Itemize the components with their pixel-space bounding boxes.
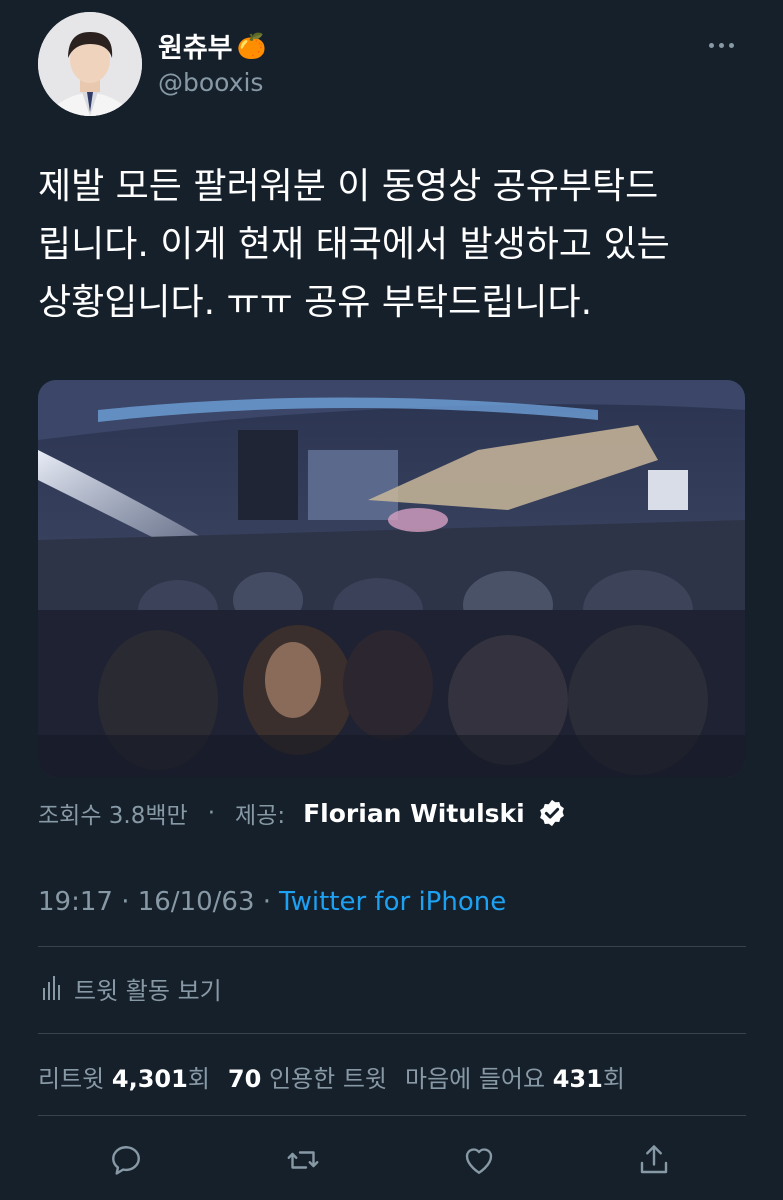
timestamp-row: 19:17 · 16/10/63 · Twitter for iPhone — [38, 884, 506, 920]
likes-count: 431 — [552, 1064, 603, 1093]
more-icon[interactable] — [709, 36, 743, 54]
meta-separator: · — [207, 800, 216, 826]
quotes-count: 70 — [227, 1064, 262, 1093]
share-icon — [640, 1145, 668, 1174]
display-name[interactable]: 원츄부 🍊 — [158, 26, 266, 65]
tweet-line: 립니다. 이게 현재 태국에서 발생하고 있는 — [38, 224, 670, 265]
retweet-icon — [287, 1151, 319, 1169]
retweet-button[interactable] — [283, 1138, 323, 1182]
view-count: 조회수 3.8백만 — [38, 803, 188, 829]
quotes-stat[interactable]: 70 인용한 트윗 — [228, 1059, 387, 1094]
reply-icon — [112, 1146, 140, 1175]
tweet-line: 상황입니다. ㅠㅠ 공유 부탁드립니다. — [38, 282, 593, 323]
tweet-stats: 리트윗 4,301회 70 인용한 트윗 마음에 들어요 431회 — [38, 1056, 643, 1096]
provider-label: 제공: — [235, 803, 286, 829]
reply-button[interactable] — [106, 1138, 146, 1182]
provider-name[interactable]: Florian Witulski — [303, 799, 525, 828]
video-thumbnail — [38, 380, 745, 777]
avatar-image — [38, 12, 142, 116]
user-handle[interactable]: @booxis — [158, 68, 263, 97]
divider — [38, 1033, 746, 1034]
quotes-label: 인용한 트윗 — [268, 1064, 387, 1093]
tweet-text: 제발 모든 팔러워분 이 동영상 공유부탁드 립니다. 이게 현재 태국에서 발… — [38, 158, 753, 332]
action-bar — [0, 1138, 783, 1182]
tweet-source-link[interactable]: Twitter for iPhone — [279, 887, 506, 917]
retweets-stat[interactable]: 리트윗 4,301회 — [38, 1059, 210, 1094]
avatar[interactable] — [38, 12, 142, 116]
media-meta: 조회수 3.8백만 · 제공: Florian Witulski — [38, 795, 567, 831]
activity-label: 트윗 활동 보기 — [74, 976, 222, 1005]
heart-icon — [465, 1148, 493, 1174]
divider — [38, 946, 746, 947]
share-button[interactable] — [634, 1138, 674, 1182]
view-tweet-activity[interactable]: 트윗 활동 보기 — [42, 968, 222, 1008]
video-player[interactable] — [38, 380, 745, 777]
tweet-line: 제발 모든 팔러워분 이 동영상 공유부탁드 — [38, 166, 659, 207]
bar-chart-icon — [43, 976, 60, 1000]
retweets-suffix: 회 — [187, 1064, 210, 1093]
orange-emoji: 🍊 — [236, 31, 267, 60]
likes-label: 마음에 들어요 — [404, 1064, 546, 1093]
display-name-text: 원츄부 — [158, 33, 233, 64]
timestamp[interactable]: 19:17 · 16/10/63 · — [38, 887, 271, 917]
retweets-label: 리트윗 — [38, 1064, 105, 1093]
likes-stat[interactable]: 마음에 들어요 431회 — [405, 1059, 625, 1094]
verified-badge-icon — [539, 799, 564, 827]
retweets-count: 4,301 — [111, 1064, 188, 1093]
divider — [38, 1115, 746, 1116]
like-button[interactable] — [459, 1138, 499, 1182]
likes-suffix: 회 — [602, 1064, 625, 1093]
